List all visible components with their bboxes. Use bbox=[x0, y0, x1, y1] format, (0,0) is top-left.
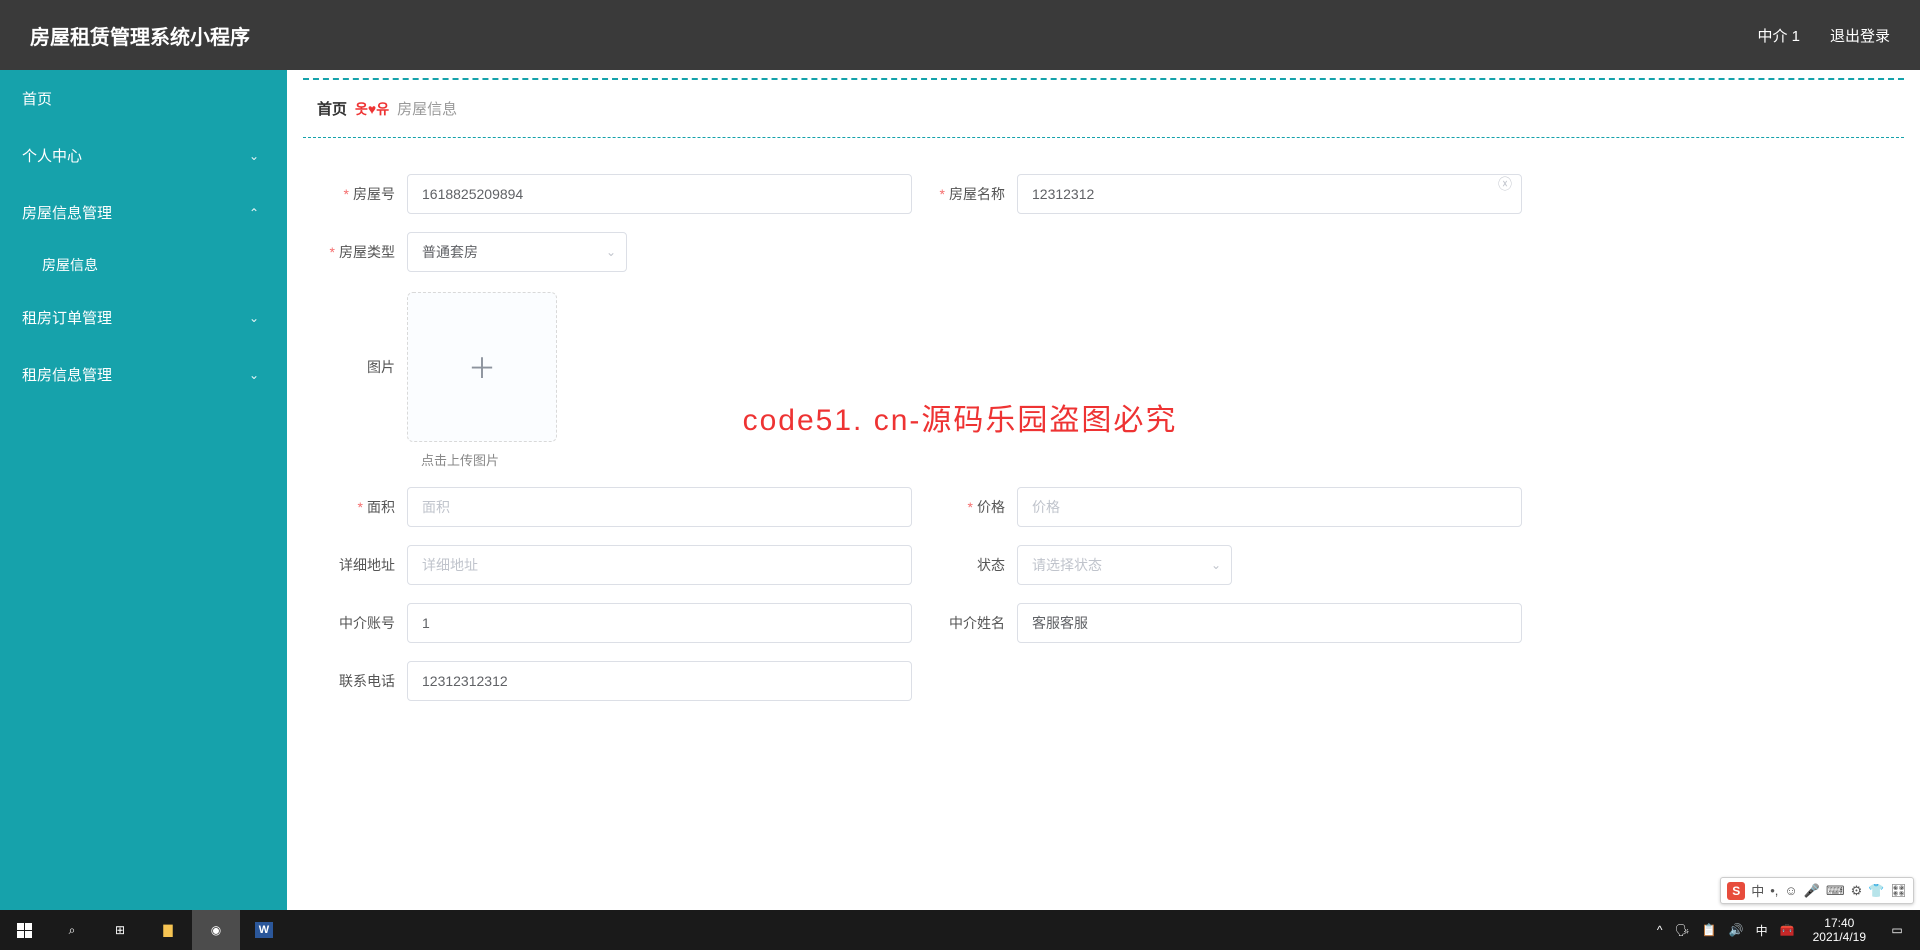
label-address: 详细地址 bbox=[317, 555, 407, 575]
ime-punct[interactable]: •, bbox=[1770, 883, 1778, 898]
task-view-button[interactable]: ⊞ bbox=[96, 910, 144, 950]
ime-settings-icon[interactable]: ⚙ bbox=[1851, 883, 1863, 899]
agent-name-input[interactable] bbox=[1017, 603, 1522, 643]
chevron-down-icon: ⌄ bbox=[249, 368, 259, 382]
label-agent-account: 中介账号 bbox=[317, 613, 407, 633]
breadcrumb-sep-icon: 옷♥유 bbox=[355, 99, 389, 119]
word-icon: W bbox=[255, 922, 273, 938]
breadcrumb-bar: 首页 옷♥유 房屋信息 bbox=[303, 78, 1904, 138]
taskbar-time: 17:40 bbox=[1813, 916, 1866, 930]
house-name-input[interactable] bbox=[1017, 174, 1522, 214]
breadcrumb-current: 房屋信息 bbox=[397, 98, 457, 119]
house-form: 房屋号 房屋名称 ⓧ 房屋类型 普通套房 ⌄ bbox=[287, 138, 1920, 759]
image-upload[interactable]: ＋ bbox=[407, 292, 557, 442]
chevron-down-icon: ⌄ bbox=[249, 149, 259, 163]
sidebar: 首页 个人中心 ⌄ 房屋信息管理 ⌃ 房屋信息 租房订单管理 ⌄ 租房信息管理 … bbox=[0, 70, 287, 910]
notification-icon: ▭ bbox=[1891, 923, 1902, 937]
search-button[interactable]: ⌕ bbox=[48, 910, 96, 950]
label-house-type: 房屋类型 bbox=[317, 242, 407, 262]
windows-taskbar: ⌕ ⊞ ▇ ◉ W ^ 🗣 📋 🔊 中 🧰 17:40 2021/4/19 ▭ bbox=[0, 910, 1920, 950]
ime-emoji-icon[interactable]: ☺ bbox=[1784, 883, 1797, 898]
upload-hint: 点击上传图片 bbox=[421, 450, 1890, 469]
app-title: 房屋租赁管理系统小程序 bbox=[30, 21, 250, 50]
logout-link[interactable]: 退出登录 bbox=[1830, 25, 1890, 46]
label-agent-name: 中介姓名 bbox=[927, 613, 1017, 633]
label-house-no: 房屋号 bbox=[317, 184, 407, 204]
sidebar-item-label: 租房订单管理 bbox=[22, 307, 112, 328]
sidebar-item-label: 首页 bbox=[22, 88, 52, 109]
label-price: 价格 bbox=[927, 497, 1017, 517]
status-select[interactable]: 请选择状态 ⌄ bbox=[1017, 545, 1232, 585]
folder-icon: ▇ bbox=[163, 923, 172, 937]
label-image: 图片 bbox=[317, 357, 407, 377]
clear-icon[interactable]: ⓧ bbox=[1498, 174, 1512, 194]
address-input[interactable] bbox=[407, 545, 912, 585]
sidebar-item-house-mgmt[interactable]: 房屋信息管理 ⌃ bbox=[0, 184, 287, 241]
house-type-select[interactable]: 普通套房 ⌄ bbox=[407, 232, 627, 272]
label-house-name: 房屋名称 bbox=[927, 184, 1017, 204]
label-status: 状态 bbox=[927, 555, 1017, 575]
app-header: 房屋租赁管理系统小程序 中介 1 退出登录 bbox=[0, 0, 1920, 70]
chevron-down-icon: ⌄ bbox=[249, 311, 259, 325]
content-area: 首页 옷♥유 房屋信息 房屋号 房屋名称 ⓧ bbox=[287, 70, 1920, 910]
tray-ime-icon[interactable]: 中 bbox=[1756, 922, 1768, 939]
ime-toolbar[interactable]: S 中 •, ☺ 🎤 ⌨ ⚙ 👕 🎛 bbox=[1720, 877, 1914, 904]
agent-account-input[interactable] bbox=[407, 603, 912, 643]
sidebar-item-label: 房屋信息管理 bbox=[22, 202, 112, 223]
search-icon: ⌕ bbox=[69, 923, 76, 938]
sidebar-item-label: 租房信息管理 bbox=[22, 364, 112, 385]
tray-chevron-icon[interactable]: ^ bbox=[1657, 923, 1663, 937]
tray-clipboard-icon[interactable]: 📋 bbox=[1702, 923, 1717, 937]
chevron-down-icon: ⌄ bbox=[606, 245, 616, 259]
label-phone: 联系电话 bbox=[317, 671, 407, 691]
chrome-button[interactable]: ◉ bbox=[192, 910, 240, 950]
word-button[interactable]: W bbox=[240, 910, 288, 950]
ime-voice-icon[interactable]: 🎤 bbox=[1804, 883, 1820, 899]
taskbar-clock[interactable]: 17:40 2021/4/19 bbox=[1805, 916, 1874, 945]
sidebar-item-label: 个人中心 bbox=[22, 145, 82, 166]
status-placeholder: 请选择状态 bbox=[1032, 555, 1102, 575]
system-tray: ^ 🗣 📋 🔊 中 🧰 bbox=[1647, 922, 1805, 939]
taskbar-date: 2021/4/19 bbox=[1813, 930, 1866, 944]
label-area: 面积 bbox=[317, 497, 407, 517]
tray-volume-icon[interactable]: 🔊 bbox=[1729, 923, 1744, 937]
house-no-input[interactable] bbox=[407, 174, 912, 214]
chevron-up-icon: ⌃ bbox=[249, 206, 259, 220]
ime-keyboard-icon[interactable]: ⌨ bbox=[1826, 883, 1845, 899]
sidebar-item-rent-order[interactable]: 租房订单管理 ⌄ bbox=[0, 289, 287, 346]
house-type-value: 普通套房 bbox=[422, 242, 478, 262]
phone-input[interactable] bbox=[407, 661, 912, 701]
action-center-button[interactable]: ▭ bbox=[1874, 910, 1920, 950]
sidebar-item-personal[interactable]: 个人中心 ⌄ bbox=[0, 127, 287, 184]
chevron-down-icon: ⌄ bbox=[1211, 558, 1221, 572]
ime-lang[interactable]: 中 bbox=[1751, 881, 1764, 900]
chrome-icon: ◉ bbox=[211, 923, 221, 937]
sidebar-item-home[interactable]: 首页 bbox=[0, 70, 287, 127]
price-input[interactable] bbox=[1017, 487, 1522, 527]
explorer-button[interactable]: ▇ bbox=[144, 910, 192, 950]
task-view-icon: ⊞ bbox=[115, 923, 125, 937]
tray-people-icon[interactable]: 🗣 bbox=[1675, 923, 1690, 937]
windows-icon bbox=[17, 923, 32, 938]
area-input[interactable] bbox=[407, 487, 912, 527]
plus-icon: ＋ bbox=[468, 347, 496, 387]
sidebar-subitem-house-info[interactable]: 房屋信息 bbox=[0, 241, 287, 289]
sidebar-item-rent-info[interactable]: 租房信息管理 ⌄ bbox=[0, 346, 287, 403]
ime-tool-icon[interactable]: 🎛 bbox=[1890, 883, 1907, 899]
ime-skin-icon[interactable]: 👕 bbox=[1868, 883, 1884, 899]
tray-app-icon[interactable]: 🧰 bbox=[1780, 923, 1795, 937]
start-button[interactable] bbox=[0, 910, 48, 950]
sogou-icon[interactable]: S bbox=[1727, 882, 1745, 900]
breadcrumb-home[interactable]: 首页 bbox=[317, 98, 347, 119]
current-user[interactable]: 中介 1 bbox=[1757, 25, 1800, 46]
